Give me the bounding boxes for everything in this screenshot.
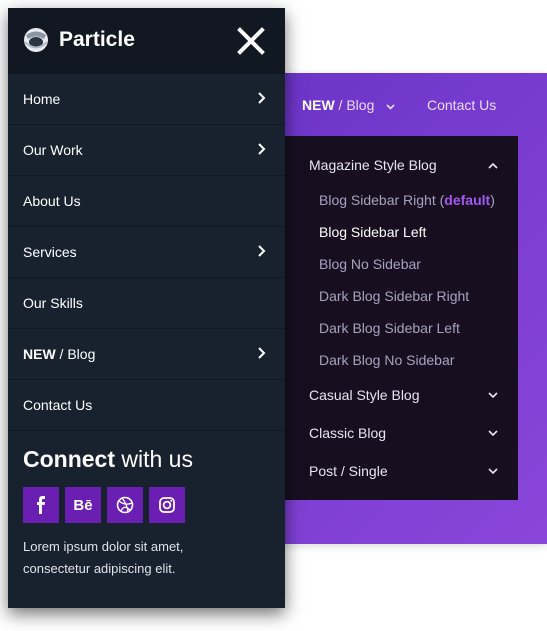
dropdown-item-label: Casual Style Blog <box>309 387 420 403</box>
dropdown-subitem-dark-blog-sidebar-left[interactable]: Dark Blog Sidebar Left <box>319 320 460 336</box>
dropdown-item-magazine-style-blog[interactable]: Magazine Style Blog <box>309 157 498 173</box>
menu-item-label: Our Work <box>23 142 83 158</box>
offcanvas-item-home[interactable]: Home <box>8 73 285 124</box>
facebook-icon[interactable] <box>23 487 59 523</box>
chevron-right-icon <box>257 244 267 258</box>
nav-blog-link[interactable]: NEW / Blog <box>302 97 395 113</box>
nav-contact-link[interactable]: Contact Us <box>427 97 496 113</box>
footer-blurb: Lorem ipsum dolor sit amet, consectetur … <box>23 539 184 576</box>
dropdown-subitem-dark-blog-no-sidebar[interactable]: Dark Blog No Sidebar <box>319 352 454 368</box>
nav-blog-label: / Blog <box>334 97 375 113</box>
offcanvas-item-contact-us[interactable]: Contact Us <box>8 379 285 430</box>
offcanvas-item-our-work[interactable]: Our Work <box>8 124 285 175</box>
dropdown-item-label: Classic Blog <box>309 425 387 441</box>
offcanvas-header: Particle <box>8 8 285 73</box>
dribbble-icon[interactable] <box>107 487 143 523</box>
chevron-right-icon <box>257 142 267 156</box>
blog-label: / Blog <box>55 346 96 362</box>
default-tag: default <box>444 192 491 208</box>
blog-dropdown-menu: Magazine Style Blog Blog Sidebar Right (… <box>285 136 518 500</box>
menu-item-label: About Us <box>23 193 81 209</box>
connect-bold: Connect <box>23 446 115 472</box>
offcanvas-menu: Particle Home Our Work About Us Services… <box>8 8 285 608</box>
connect-rest: with us <box>115 446 193 472</box>
close-icon[interactable] <box>236 26 266 56</box>
connect-heading: Connect with us <box>23 446 193 473</box>
dropdown-subitem-dark-blog-sidebar-right[interactable]: Dark Blog Sidebar Right <box>319 288 469 304</box>
menu-item-label: Our Skills <box>23 295 83 311</box>
dropdown-item-casual-style-blog[interactable]: Casual Style Blog <box>309 387 498 403</box>
offcanvas-item-services[interactable]: Services <box>8 226 285 277</box>
dropdown-item-label: Post / Single <box>309 463 388 479</box>
chevron-down-icon <box>488 428 498 438</box>
menu-item-label: NEW / Blog <box>23 346 95 362</box>
chevron-up-icon <box>488 160 498 170</box>
offcanvas-item-our-skills[interactable]: Our Skills <box>8 277 285 328</box>
behance-icon[interactable]: Bē <box>65 487 101 523</box>
brand-name[interactable]: Particle <box>59 28 135 52</box>
offcanvas-item-about-us[interactable]: About Us <box>8 175 285 226</box>
dropdown-subitem-blog-sidebar-right[interactable]: Blog Sidebar Right (default) <box>319 192 495 208</box>
menu-item-label: Services <box>23 244 77 260</box>
chevron-down-icon <box>386 102 395 113</box>
new-badge-text: NEW <box>302 97 335 113</box>
particle-logo-icon[interactable] <box>22 25 50 55</box>
dropdown-subitem-blog-sidebar-left[interactable]: Blog Sidebar Left <box>319 224 426 240</box>
menu-item-label: Contact Us <box>23 397 93 413</box>
chevron-down-icon <box>488 390 498 400</box>
instagram-icon[interactable] <box>149 487 185 523</box>
subitem-label: Blog Sidebar Right ( <box>319 192 445 208</box>
social-links: Bē <box>23 487 185 523</box>
subitem-suffix: ) <box>490 192 495 208</box>
dropdown-subitem-blog-no-sidebar[interactable]: Blog No Sidebar <box>319 256 421 272</box>
menu-item-label: Home <box>23 91 61 107</box>
dropdown-item-post-single[interactable]: Post / Single <box>309 463 498 479</box>
divider <box>8 430 285 431</box>
dropdown-item-label: Magazine Style Blog <box>309 157 437 173</box>
dropdown-item-classic-blog[interactable]: Classic Blog <box>309 425 498 441</box>
chevron-down-icon <box>488 466 498 476</box>
top-nav: NEW / Blog Contact Us <box>302 97 496 113</box>
new-badge-text: NEW <box>23 346 56 362</box>
offcanvas-item-blog[interactable]: NEW / Blog <box>8 328 285 379</box>
chevron-right-icon <box>257 91 267 105</box>
chevron-right-icon <box>257 346 267 360</box>
